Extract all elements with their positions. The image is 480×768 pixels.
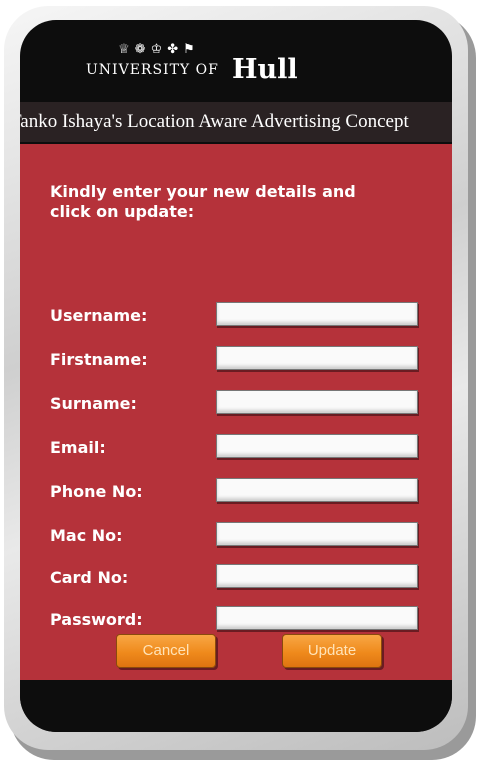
password-input[interactable] (217, 607, 417, 629)
password-field[interactable] (216, 606, 418, 630)
email-field[interactable] (216, 434, 418, 458)
crest-icons: ♕ ❁ ♔ ✤ ⚑ (118, 42, 195, 57)
phone-label: Phone No: (50, 482, 143, 501)
cancel-button[interactable]: Cancel (116, 634, 216, 668)
phone-input[interactable] (217, 479, 417, 501)
firstname-field[interactable] (216, 346, 418, 370)
crest-icon-3: ♔ (150, 42, 163, 57)
username-input[interactable] (217, 303, 417, 325)
mac-label: Mac No: (50, 526, 123, 545)
card-input[interactable] (217, 565, 417, 587)
mac-row: Mac No: (50, 522, 430, 550)
instructions-text: Kindly enter your new details and click … (50, 182, 356, 221)
password-label: Password: (50, 610, 143, 629)
firstname-input[interactable] (217, 347, 417, 369)
email-input[interactable] (217, 435, 417, 457)
firstname-label: Firstname: (50, 350, 148, 369)
crest-icon-5: ⚑ (183, 42, 195, 57)
mac-input[interactable] (217, 523, 417, 545)
mac-field[interactable] (216, 522, 418, 546)
form-panel: Kindly enter your new details and click … (20, 144, 452, 680)
bottom-bar (20, 680, 452, 732)
screen: ♕ ❁ ♔ ✤ ⚑ UNIVERSITY OF Hull Tanko Ishay… (20, 20, 452, 732)
app-title: Tanko Ishaya's Location Aware Advertisin… (20, 111, 409, 132)
surname-input[interactable] (217, 391, 417, 413)
phone-frame: ♕ ❁ ♔ ✤ ⚑ UNIVERSITY OF Hull Tanko Ishay… (4, 6, 468, 750)
email-label: Email: (50, 438, 106, 457)
university-logo: ♕ ❁ ♔ ✤ ⚑ UNIVERSITY OF Hull (56, 34, 356, 96)
username-row: Username: (50, 302, 430, 330)
crest-icon-4: ✤ (167, 42, 179, 57)
crest-icon-1: ♕ (118, 42, 130, 57)
username-label: Username: (50, 306, 148, 325)
surname-label: Surname: (50, 394, 137, 413)
firstname-row: Firstname: (50, 346, 430, 374)
app-title-bar: Tanko Ishaya's Location Aware Advertisin… (20, 102, 452, 142)
card-label: Card No: (50, 568, 129, 587)
crest-icon-2: ❁ (134, 42, 146, 57)
phone-field[interactable] (216, 478, 418, 502)
hull-label: Hull (232, 54, 298, 85)
email-row: Email: (50, 434, 430, 462)
update-button[interactable]: Update (282, 634, 382, 668)
username-field[interactable] (216, 302, 418, 326)
surname-row: Surname: (50, 390, 430, 418)
university-label: UNIVERSITY OF (86, 62, 219, 78)
card-row: Card No: (50, 564, 430, 592)
card-field[interactable] (216, 564, 418, 588)
surname-field[interactable] (216, 390, 418, 414)
phone-row: Phone No: (50, 478, 430, 506)
password-row: Password: (50, 606, 430, 634)
